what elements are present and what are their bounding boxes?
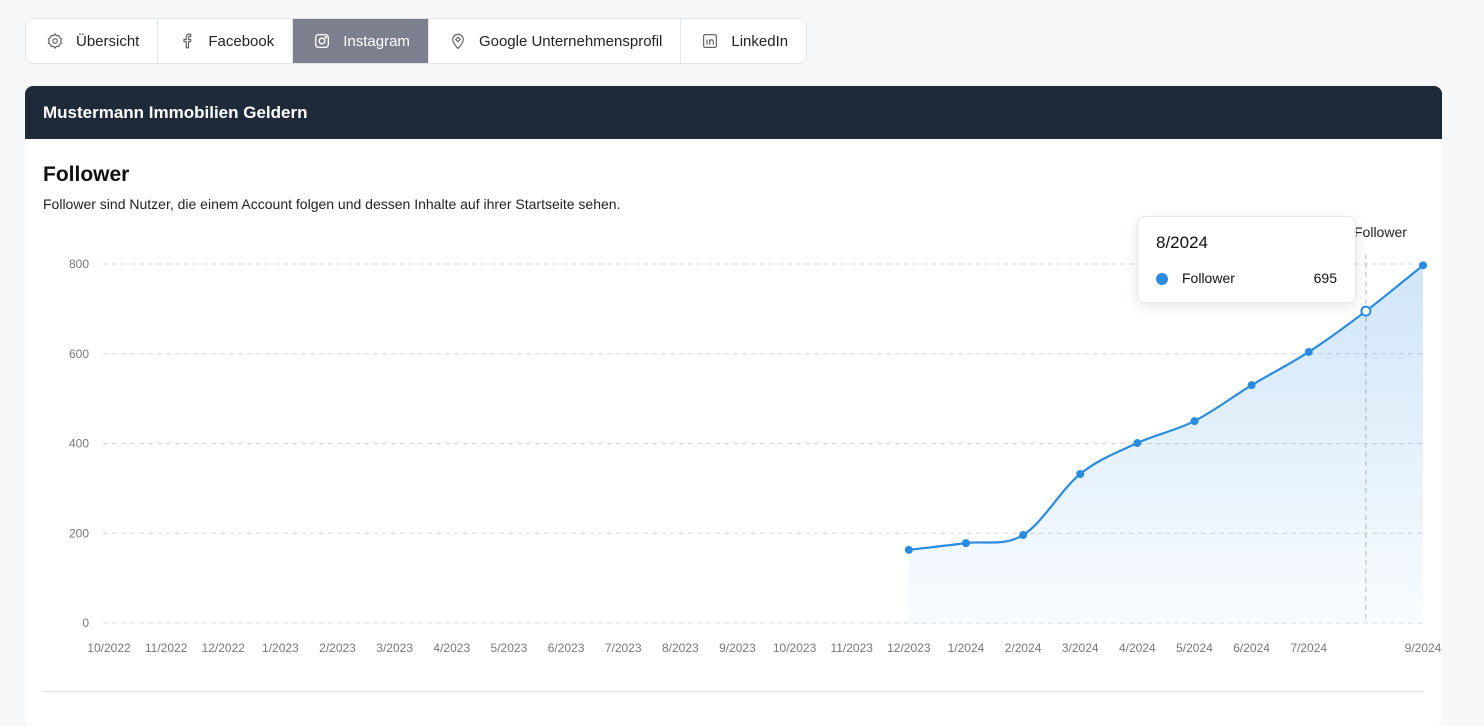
chart-tooltip: 8/2024 Follower 695	[1137, 216, 1356, 303]
y-tick-label: 800	[69, 257, 89, 271]
x-tick-label: 1/2024	[948, 641, 985, 655]
data-point	[1076, 470, 1085, 479]
x-tick-label: 3/2024	[1062, 641, 1099, 655]
x-tick-label: 5/2023	[491, 641, 528, 655]
x-tick-label: 9/2023	[719, 641, 756, 655]
x-tick-label: 6/2024	[1233, 641, 1270, 655]
x-tick-label: 9/2024	[1405, 641, 1442, 655]
x-tick-label: 2/2023	[319, 641, 356, 655]
x-tick-label: 3/2023	[376, 641, 413, 655]
data-point	[1019, 531, 1028, 540]
y-tick-label: 600	[69, 347, 89, 361]
data-point	[961, 539, 970, 548]
x-tick-label: 7/2023	[605, 641, 642, 655]
data-point	[1133, 439, 1142, 448]
x-tick-label: 8/2023	[662, 641, 699, 655]
data-point	[1247, 381, 1256, 390]
legend-item[interactable]: Follower	[1354, 224, 1407, 240]
x-tick-label: 4/2023	[433, 641, 470, 655]
x-tick-label: 10/2022	[87, 641, 131, 655]
x-tick-label: 1/2023	[262, 641, 299, 655]
tooltip-series: Follower	[1182, 270, 1235, 286]
tooltip-value: 695	[1313, 270, 1337, 286]
x-tick-label: 10/2023	[773, 641, 817, 655]
y-tick-label: 400	[69, 437, 89, 451]
tooltip-date: 8/2024	[1156, 233, 1208, 252]
x-tick-label: 11/2023	[830, 641, 873, 655]
x-tick-label: 2/2024	[1005, 641, 1042, 655]
x-tick-label: 7/2024	[1290, 641, 1327, 655]
series-color-dot	[1156, 273, 1168, 285]
data-point	[1190, 417, 1199, 426]
series-area	[908, 265, 1423, 623]
divider	[43, 691, 1424, 692]
follower-chart: 0 200 400 600 800 10/2022 11/2022 12/2022 1/2023…	[69, 254, 1442, 655]
data-point	[1304, 347, 1313, 356]
y-tick-label: 200	[69, 526, 89, 540]
x-tick-label: 12/2023	[887, 641, 931, 655]
highlighted-point	[1360, 305, 1372, 317]
data-point	[904, 545, 913, 554]
x-tick-label: 6/2023	[548, 641, 585, 655]
x-tick-label: 11/2022	[145, 641, 188, 655]
y-tick-label: 0	[82, 616, 89, 630]
x-tick-label: 4/2024	[1119, 641, 1156, 655]
x-tick-label: 5/2024	[1176, 641, 1213, 655]
data-point	[1419, 261, 1427, 270]
x-tick-label: 12/2022	[202, 641, 246, 655]
